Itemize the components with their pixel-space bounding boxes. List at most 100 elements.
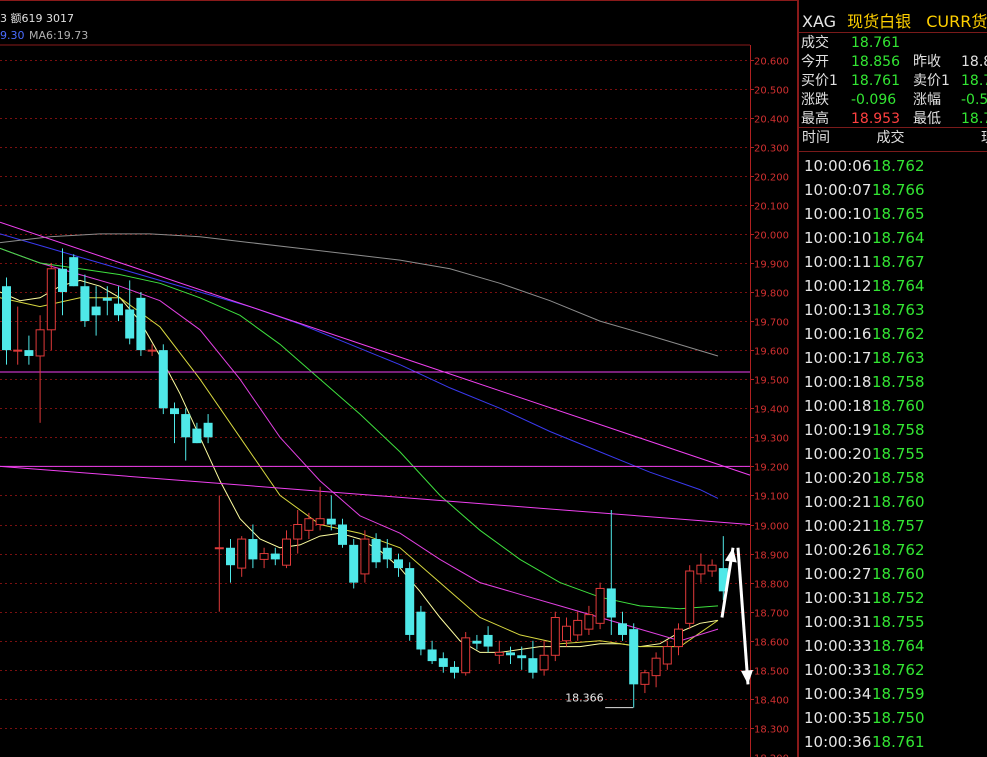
tick-row: 10:00:1618.762 — [804, 322, 925, 346]
tick-row: 10:00:3318.762 — [804, 658, 925, 682]
ticks-header-vol: 现 — [981, 129, 987, 148]
candle-body-down — [606, 588, 616, 618]
tick-price: 18.767 — [872, 253, 925, 271]
tick-price: 18.762 — [872, 541, 925, 559]
y-tick-label: 19.500 — [754, 376, 789, 387]
quote-value: 18.7 — [961, 73, 987, 89]
symbol-code: XAG — [802, 12, 837, 31]
tick-price: 18.752 — [872, 589, 925, 607]
candle-body-down — [450, 666, 459, 673]
candle-body-up — [259, 553, 269, 560]
y-tick-label: 18.900 — [754, 551, 789, 562]
tick-row: 10:00:1118.767 — [804, 250, 925, 274]
tick-time: 10:00:36 — [804, 733, 872, 751]
candle-body-down — [24, 350, 34, 356]
quote-label: 涨跌 — [801, 92, 829, 108]
candle-body-down — [80, 286, 90, 322]
arrow-head — [740, 669, 753, 685]
candle-body-down — [394, 559, 403, 569]
arrow-head — [724, 547, 737, 563]
tick-price: 18.755 — [872, 613, 925, 631]
quote-value: 18.8 — [961, 54, 987, 70]
candle-body-up — [707, 564, 717, 572]
candle-body-up — [685, 570, 695, 624]
tick-row: 10:00:2118.760 — [804, 490, 925, 514]
candle-body-down — [170, 408, 179, 415]
tick-time: 10:00:33 — [804, 637, 872, 655]
quote-value: 18.761 — [851, 73, 900, 89]
tick-row: 10:00:3318.764 — [804, 634, 925, 658]
candle-body-down — [629, 629, 639, 685]
y-tick-label: 18.700 — [754, 609, 789, 620]
volume-label: 3 额619 3017 — [0, 12, 74, 25]
tick-row: 10:00:0618.762 — [804, 154, 925, 178]
tick-time: 10:00:27 — [804, 565, 872, 583]
y-tick-label: 19.100 — [754, 492, 789, 503]
candle-body-down — [517, 655, 527, 659]
tick-row: 10:00:1318.763 — [804, 298, 925, 322]
candle-body-up — [147, 349, 157, 352]
tick-time: 10:00:31 — [804, 613, 872, 631]
tick-price: 18.764 — [872, 277, 925, 295]
candle-body-down — [338, 524, 347, 545]
candle-body-down — [506, 652, 515, 656]
quote-row: 涨跌 -0.096 涨幅 -0.5 — [801, 91, 987, 110]
quote-label: 今开 — [801, 54, 829, 70]
y-tick-label: 20.400 — [754, 115, 789, 126]
tick-price: 18.762 — [872, 325, 925, 343]
tick-time: 10:00:19 — [804, 421, 872, 439]
y-tick-label: 18.200 — [754, 754, 789, 757]
y-tick-label: 19.300 — [754, 434, 789, 445]
candle-body-up — [674, 628, 683, 648]
tick-price: 18.758 — [872, 421, 925, 439]
y-tick-label: 20.000 — [754, 231, 789, 242]
y-tick-label: 19.400 — [754, 405, 789, 416]
tick-row: 10:00:1018.764 — [804, 226, 925, 250]
candle-body-up — [539, 654, 549, 671]
candle-body-up — [237, 538, 247, 569]
arrow-shaft — [736, 547, 750, 685]
tick-time: 10:00:10 — [804, 205, 872, 223]
tick-time: 10:00:33 — [804, 661, 872, 679]
candle-body-up — [494, 651, 504, 656]
candle-body-down — [69, 257, 79, 287]
quote-value: -0.096 — [851, 92, 897, 108]
candle-body-down — [114, 303, 123, 316]
tick-time: 10:00:07 — [804, 181, 872, 199]
ticks-header-price: 成交 — [876, 130, 905, 146]
candle-body-down — [125, 309, 135, 339]
y-tick-label: 20.100 — [754, 202, 789, 213]
quote-row: 买价1 18.761 卖价1 18.7 — [801, 72, 987, 91]
tick-price: 18.762 — [872, 157, 925, 175]
tick-time: 10:00:21 — [804, 517, 872, 535]
divider — [799, 32, 987, 33]
tick-row: 10:00:1218.764 — [804, 274, 925, 298]
candle-body-up — [573, 619, 583, 636]
tick-price: 18.760 — [872, 565, 925, 583]
candle-body-down — [58, 268, 67, 293]
tick-row: 10:00:3118.755 — [804, 610, 925, 634]
candle-body-down — [349, 544, 359, 583]
ma6-label: MA6:19.73 — [29, 29, 89, 42]
candle-body-down — [528, 658, 538, 673]
candle-body-up — [562, 625, 571, 642]
candle-body-up — [293, 524, 303, 540]
y-tick-label: 18.600 — [754, 638, 789, 649]
divider — [799, 127, 987, 128]
candle-body-down — [226, 547, 235, 566]
tick-price: 18.766 — [872, 181, 925, 199]
tick-price: 18.758 — [872, 469, 925, 487]
tick-time: 10:00:12 — [804, 277, 872, 295]
kline-chart[interactable]: 20.600 20.500 20.400 20.300 20.200 20.100 20.0… — [0, 0, 797, 757]
tick-price: 18.755 — [872, 445, 925, 463]
tick-row: 10:00:1718.763 — [804, 346, 925, 370]
tick-time: 10:00:35 — [804, 709, 872, 727]
candle-body-down — [416, 611, 426, 650]
quote-value: 18.856 — [851, 54, 900, 70]
tick-row: 10:00:1018.765 — [804, 202, 925, 226]
kline-chart-svg[interactable]: 20.600 20.500 20.400 20.300 20.200 20.100 20.0… — [0, 0, 797, 757]
candle-body-down — [203, 422, 213, 438]
candle-body-up — [360, 538, 370, 575]
candle-body-up — [662, 646, 672, 665]
y-tick-label: 19.900 — [754, 260, 789, 271]
